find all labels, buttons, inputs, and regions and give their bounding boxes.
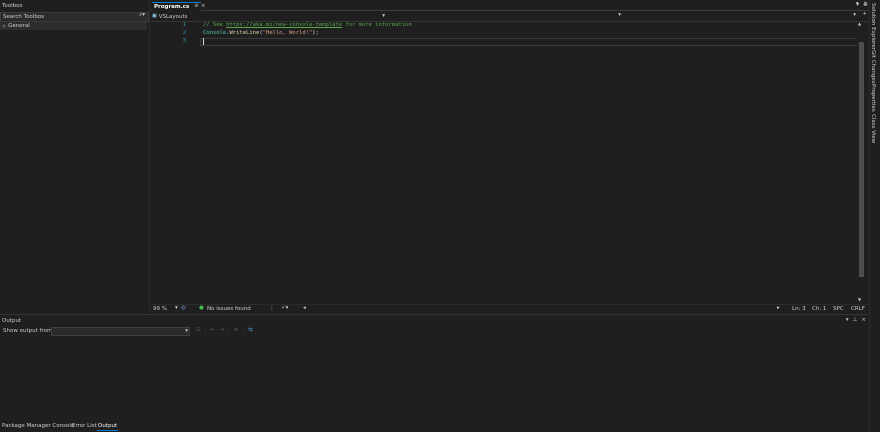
toolbar-separator: | bbox=[227, 328, 230, 334]
code-token: "Hello, World!" bbox=[262, 30, 313, 36]
editor-window-controls: ▾ ⚙ bbox=[856, 2, 868, 9]
search-icon[interactable]: ⌕▾ bbox=[139, 12, 145, 19]
scroll-right-icon[interactable]: ▸ bbox=[777, 305, 780, 312]
output-title: Output bbox=[2, 318, 22, 324]
output-source-select[interactable]: ▾ bbox=[51, 327, 190, 336]
show-output-from-label: Show output from: bbox=[3, 328, 55, 334]
output-panel-controls: ▾ ⊥ × bbox=[846, 317, 866, 324]
settings-gear-icon[interactable]: ⚙ bbox=[863, 2, 868, 9]
type-dropdown[interactable]: ▾ bbox=[387, 12, 621, 20]
column-indicator[interactable]: Ch: 1 bbox=[812, 306, 826, 312]
toolbox-panel bbox=[0, 0, 150, 313]
output-panel: Output ▾ ⊥ × Show output from: ▾ ⊡ | ⇤ ⇥… bbox=[0, 314, 869, 423]
intellicode-icon[interactable]: ◎ bbox=[181, 305, 186, 312]
bottom-tab-strip bbox=[0, 421, 869, 432]
rail-tab-git-changes[interactable]: Git Changes bbox=[870, 50, 876, 84]
tab-error-list[interactable]: Error List bbox=[72, 423, 97, 429]
toolbox-search-placeholder: Search Toolbox bbox=[3, 14, 45, 20]
check-circle-icon: ● bbox=[199, 305, 204, 311]
word-wrap-icon[interactable]: ⇆ bbox=[248, 328, 253, 334]
code-editor[interactable]: // See https://aka.ms/new-console-templa… bbox=[203, 21, 853, 303]
close-icon[interactable]: × bbox=[861, 317, 866, 324]
tab-label: Program.cs bbox=[154, 4, 190, 10]
tab-strip-divider bbox=[151, 10, 870, 11]
editor-status-bar: 99 % ▾ ◎ ● No issues found | ✓▾ ◂ ▸ Ln: … bbox=[151, 304, 869, 313]
scroll-up-icon[interactable]: ▲ bbox=[858, 22, 861, 26]
expand-arrow-icon[interactable]: ▷ bbox=[3, 24, 6, 28]
toolbox-group-general[interactable]: ▷ General bbox=[0, 22, 147, 30]
code-token: ); bbox=[312, 30, 319, 36]
tab-program-cs[interactable]: Program.cs ⊕ × bbox=[152, 2, 205, 11]
zoom-level[interactable]: 99 % bbox=[153, 306, 167, 312]
rail-tab-properties[interactable]: Properties bbox=[870, 84, 876, 112]
clear-all-icon[interactable]: ≡ bbox=[234, 328, 239, 334]
toolbox-search-box[interactable]: Search Toolbox ⌕▾ bbox=[0, 12, 149, 22]
rail-tab-class-view[interactable]: Class View bbox=[870, 114, 876, 143]
line-ending-indicator[interactable]: CRLF bbox=[851, 306, 865, 312]
whitespace-indicator[interactable]: SPC bbox=[833, 306, 844, 312]
chevron-down-icon: ▾ bbox=[382, 12, 385, 19]
code-line: // See https://aka.ms/new-console-templa… bbox=[203, 22, 412, 28]
tab-pin-icon[interactable]: ⊕ bbox=[194, 4, 199, 10]
member-dropdown[interactable]: ▾ bbox=[623, 12, 856, 20]
chevron-down-icon: ▾ bbox=[618, 12, 621, 18]
output-toolbar: ⊡ | ⇤ ⇥ | ≡ | ⇆ bbox=[196, 328, 253, 334]
project-dropdown-label: VSLayouts bbox=[158, 13, 188, 20]
code-token: for more information bbox=[342, 22, 412, 28]
next-message-icon[interactable]: ⇥ bbox=[219, 328, 224, 334]
tab-output[interactable]: Output bbox=[98, 423, 117, 429]
toolbox-title: Toolbox bbox=[2, 3, 23, 9]
scroll-down-icon[interactable]: ▼ bbox=[858, 298, 861, 302]
dropdown-icon[interactable]: ▾ bbox=[846, 317, 849, 324]
line-number: 2 bbox=[182, 30, 186, 36]
code-token: // See bbox=[203, 22, 227, 28]
line-number: 1 bbox=[182, 22, 186, 28]
text-caret bbox=[203, 38, 204, 45]
split-editor-icon[interactable]: + bbox=[862, 11, 867, 18]
project-icon: ▣ bbox=[152, 13, 157, 19]
code-link[interactable]: https://aka.ms/new-console-template bbox=[226, 22, 342, 28]
scroll-left-icon[interactable]: ◂ bbox=[303, 305, 306, 312]
chevron-down-icon: ▾ bbox=[185, 328, 188, 334]
toolbar-separator: | bbox=[204, 328, 207, 334]
line-number: 3 bbox=[182, 38, 186, 44]
status-divider: | bbox=[271, 305, 273, 311]
project-dropdown[interactable]: ▣ VSLayouts ▾ bbox=[152, 13, 385, 20]
code-token: WriteLine bbox=[229, 30, 260, 36]
active-tab-indicator bbox=[97, 430, 118, 431]
zoom-dropdown-icon[interactable]: ▾ bbox=[175, 305, 178, 312]
line-indicator[interactable]: Ln: 3 bbox=[792, 306, 806, 312]
code-token: Console bbox=[203, 30, 227, 36]
line-number-gutter: 1 2 3 bbox=[151, 21, 191, 303]
scrollbar-thumb[interactable] bbox=[859, 42, 864, 277]
pin-icon[interactable]: ⊥ bbox=[853, 317, 858, 324]
chevron-down-icon: ▾ bbox=[853, 12, 856, 18]
toolbar-separator: | bbox=[242, 328, 245, 334]
issues-status[interactable]: No issues found bbox=[207, 306, 251, 312]
tab-package-manager-console[interactable]: Package Manager Console bbox=[2, 423, 74, 429]
toolbox-group-label: General bbox=[8, 23, 30, 29]
find-message-icon[interactable]: ⊡ bbox=[196, 328, 201, 334]
tab-close-icon[interactable]: × bbox=[201, 4, 206, 10]
code-line: Console.WriteLine("Hello, World!"); bbox=[203, 30, 319, 36]
tab-list-dropdown-icon[interactable]: ▾ bbox=[856, 2, 859, 9]
code-cleanup-icon[interactable]: ✓▾ bbox=[281, 305, 288, 312]
rail-tab-solution-explorer[interactable]: Solution Explorer bbox=[870, 3, 876, 50]
previous-message-icon[interactable]: ⇤ bbox=[210, 328, 215, 334]
